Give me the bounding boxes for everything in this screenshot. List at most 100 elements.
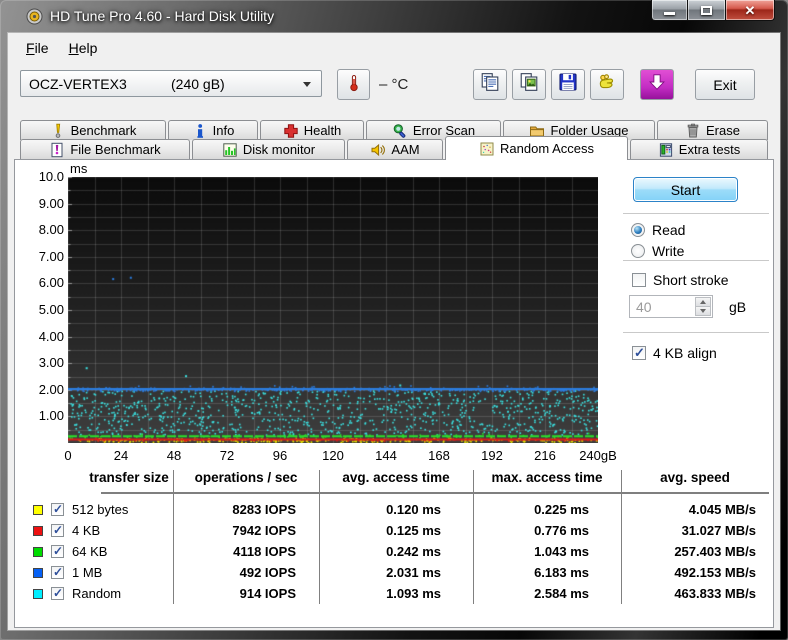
window-controls: ✕ bbox=[651, 0, 775, 21]
value-cell: 4.045 MB/s bbox=[688, 502, 756, 517]
tab-label: Erase bbox=[706, 123, 740, 138]
download-button[interactable] bbox=[640, 69, 674, 100]
read-radio[interactable] bbox=[631, 223, 645, 237]
y-tick-label: 8.00 bbox=[38, 222, 64, 238]
series-checkbox[interactable] bbox=[51, 502, 64, 516]
tab-disk-monitor[interactable]: Disk monitor bbox=[192, 139, 345, 159]
header-underline bbox=[101, 492, 769, 494]
short-stroke-checkbox[interactable] bbox=[632, 273, 646, 287]
value-cell: 2.584 ms bbox=[534, 586, 589, 601]
client-area: File Help OCZ-VERTEX3 (240 gB) – °C Exit … bbox=[8, 33, 780, 630]
separator bbox=[623, 332, 769, 334]
x-tick-label: 144 bbox=[375, 448, 397, 463]
minimize-button[interactable] bbox=[651, 0, 688, 21]
save-screenshot-button[interactable] bbox=[551, 69, 585, 100]
info-icon bbox=[192, 123, 208, 139]
column-header: max. access time bbox=[491, 470, 603, 485]
maximize-icon bbox=[701, 5, 712, 15]
close-button[interactable]: ✕ bbox=[725, 0, 775, 21]
write-option[interactable]: Write bbox=[631, 243, 684, 259]
table-row: 4 KB 7942 IOPS 0.125 ms 0.776 ms 31.027 MB/s bbox=[21, 520, 769, 541]
short-stroke-option[interactable]: Short stroke bbox=[632, 272, 728, 288]
menu-help[interactable]: Help bbox=[59, 37, 108, 59]
transfer-size-cell: 4 KB bbox=[21, 523, 173, 538]
copy-image-button[interactable] bbox=[512, 69, 546, 100]
drive-select[interactable]: OCZ-VERTEX3 (240 gB) bbox=[20, 70, 322, 97]
series-checkbox[interactable] bbox=[51, 544, 64, 558]
download-arrow-icon bbox=[647, 72, 667, 97]
series-checkbox[interactable] bbox=[51, 565, 64, 579]
random-access-icon bbox=[479, 141, 495, 157]
y-tick-label: 7.00 bbox=[38, 248, 64, 264]
y-tick-label: 6.00 bbox=[38, 275, 64, 291]
tab-health[interactable]: Health bbox=[260, 120, 364, 140]
benchmark-icon bbox=[50, 123, 66, 139]
transfer-size-cell: 1 MB bbox=[21, 565, 173, 580]
spinner-buttons bbox=[695, 297, 711, 316]
tab-extra-tests[interactable]: Extra tests bbox=[630, 139, 768, 159]
start-button[interactable]: Start bbox=[633, 177, 738, 202]
column-header: operations / sec bbox=[194, 470, 298, 485]
tab-erase[interactable]: Erase bbox=[657, 120, 768, 140]
table-header: transfer size operations / sec avg. access… bbox=[21, 470, 769, 492]
tab-benchmark[interactable]: Benchmark bbox=[20, 120, 166, 140]
up-arrow-icon bbox=[700, 300, 706, 304]
read-label: Read bbox=[652, 222, 686, 238]
tab-row-2: File Benchmark Disk monitor AAM Random Acce… bbox=[20, 136, 768, 160]
value-cell: 8283 IOPS bbox=[232, 502, 296, 517]
series-color-swatch bbox=[33, 525, 43, 536]
erase-icon bbox=[685, 123, 701, 139]
disk-monitor-icon bbox=[222, 142, 238, 158]
series-checkbox[interactable] bbox=[51, 523, 64, 537]
tab-info[interactable]: Info bbox=[168, 120, 258, 140]
tab-aam[interactable]: AAM bbox=[347, 139, 443, 159]
column-header: avg. access time bbox=[342, 470, 450, 485]
short-stroke-size-input[interactable]: 40 bbox=[629, 295, 713, 318]
table-row: 1 MB 492 IOPS 2.031 ms 6.183 ms 492.153 MB/s bbox=[21, 562, 769, 583]
read-option[interactable]: Read bbox=[631, 222, 685, 238]
tab-label: AAM bbox=[391, 142, 420, 157]
dropdown-arrow-icon bbox=[303, 82, 311, 87]
copy-text-button[interactable] bbox=[473, 69, 507, 100]
menu-bar: File Help bbox=[16, 37, 107, 59]
file-benchmark-icon bbox=[49, 142, 65, 158]
value-cell: 4118 IOPS bbox=[233, 544, 296, 559]
separator bbox=[623, 213, 769, 215]
random-access-panel: ms 10.0 9.00 8.00 7.00 6.00 5.00 4.00 3.00 2.00 1… bbox=[14, 159, 774, 628]
value-cell: 0.120 ms bbox=[386, 502, 441, 517]
write-label: Write bbox=[652, 243, 685, 259]
write-radio[interactable] bbox=[631, 244, 645, 258]
tab-label: Random Access bbox=[500, 141, 594, 156]
spin-down-button[interactable] bbox=[695, 306, 711, 316]
value-cell: 6.183 ms bbox=[534, 565, 589, 580]
table-body: 512 bytes 8283 IOPS 0.120 ms 0.225 ms 4.045 … bbox=[21, 499, 769, 604]
value-cell: 492.153 MB/s bbox=[674, 565, 756, 580]
series-checkbox[interactable] bbox=[51, 586, 64, 600]
donate-button[interactable] bbox=[590, 69, 624, 100]
drive-size: (240 gB) bbox=[171, 76, 225, 92]
kb-align-option[interactable]: 4 KB align bbox=[632, 345, 717, 361]
x-tick-label: 0 bbox=[64, 448, 72, 463]
separator bbox=[623, 260, 769, 262]
maximize-button[interactable] bbox=[688, 0, 725, 21]
title-bar[interactable]: HD Tune Pro 4.60 - Hard Disk Utility ✕ bbox=[0, 0, 788, 33]
series-label: 4 KB bbox=[72, 523, 101, 538]
tab-label: Extra tests bbox=[678, 142, 741, 157]
series-color-swatch bbox=[33, 504, 43, 515]
health-icon bbox=[283, 123, 299, 139]
temperature-readout: – °C bbox=[379, 76, 408, 93]
tab-file-benchmark[interactable]: File Benchmark bbox=[20, 139, 190, 159]
donate-hand-icon bbox=[597, 72, 617, 97]
temperature-button[interactable] bbox=[337, 69, 370, 100]
value-cell: 31.027 MB/s bbox=[681, 523, 756, 538]
y-tick-label: 4.00 bbox=[38, 328, 64, 344]
short-stroke-label: Short stroke bbox=[653, 272, 729, 288]
kb-align-checkbox[interactable] bbox=[632, 345, 646, 361]
short-stroke-unit: gB bbox=[729, 299, 747, 315]
menu-file[interactable]: File bbox=[16, 37, 59, 59]
value-cell: 2.031 ms bbox=[386, 565, 441, 580]
tab-label: Disk monitor bbox=[242, 142, 316, 157]
tab-random-access[interactable]: Random Access bbox=[445, 136, 628, 160]
transfer-size-cell: 512 bytes bbox=[21, 502, 173, 517]
exit-button[interactable]: Exit bbox=[695, 69, 755, 100]
